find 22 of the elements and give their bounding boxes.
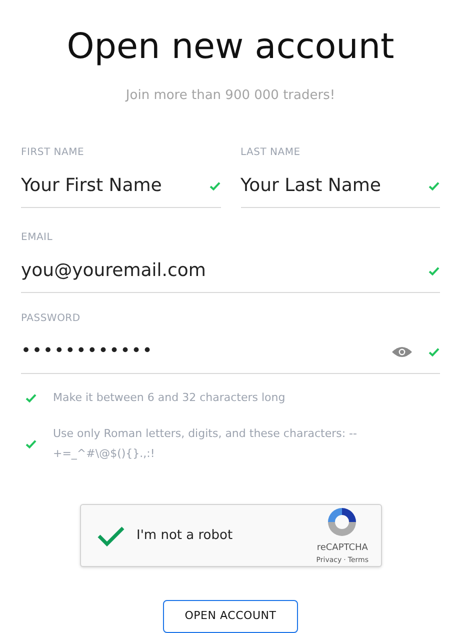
field-label: FIRST NAME: [21, 146, 86, 160]
password-rule: Make it between 6 and 32 characters long: [53, 390, 286, 406]
password-rule: Use only Roman letters, digits, and these characters: --+=_^#\@$(){}.,:!: [53, 426, 358, 462]
field-value: Your Last Name: [240, 174, 382, 198]
open-account-button[interactable]: OPEN ACCOUNT: [163, 600, 298, 633]
input-field[interactable]: you@youremail.com: [21, 257, 440, 294]
subtitle: Join more than 900 000 traders!: [124, 86, 336, 105]
field-label: EMAIL: [21, 231, 54, 246]
eye-icon[interactable]: [392, 346, 412, 358]
recaptcha-logo-icon: [326, 506, 358, 538]
page-title: Open new account: [66, 26, 396, 69]
input-field[interactable]: Your Last Name: [240, 172, 440, 208]
input-field[interactable]: ••••••••••••: [21, 338, 440, 374]
captcha-label: I'm not a robot: [136, 526, 234, 545]
field-value: Your First Name: [21, 174, 163, 198]
recaptcha-brand: reCAPTCHA: [316, 542, 368, 555]
field-value: you@youremail.com: [21, 259, 207, 284]
input-field[interactable]: Your First Name: [21, 172, 220, 208]
check-icon: [96, 524, 124, 547]
field-value: ••••••••••••: [21, 340, 154, 363]
field-label: PASSWORD: [21, 312, 82, 326]
field-label: LAST NAME: [240, 146, 302, 160]
